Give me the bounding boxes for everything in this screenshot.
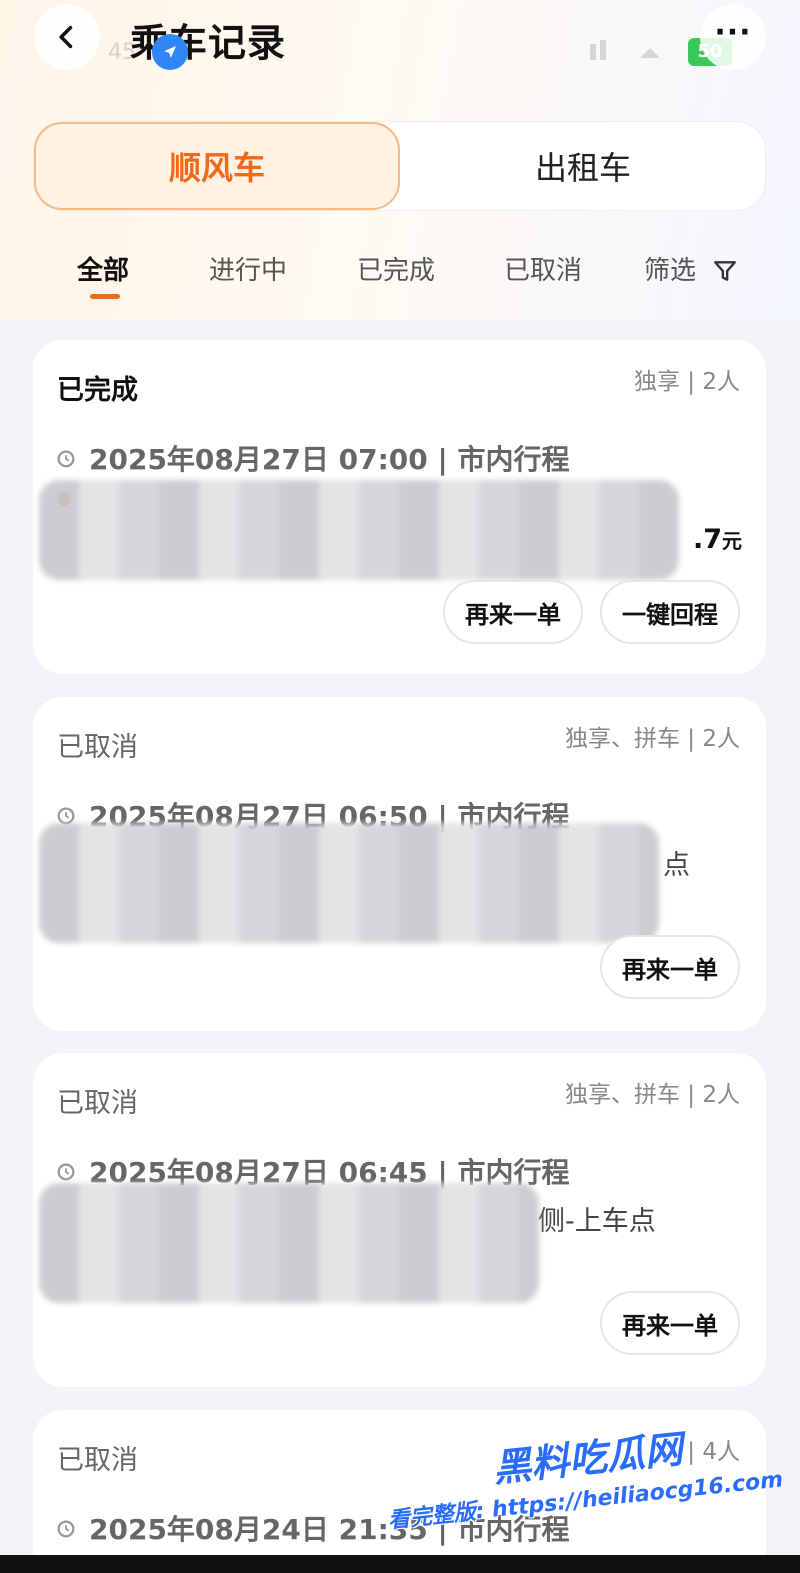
service-type-switch: 顺风车 出租车 <box>33 121 766 211</box>
order-status: 已取消 <box>57 1088 138 1119</box>
navigation-arrow-icon <box>152 34 188 70</box>
tab-hitch-ride[interactable]: 顺风车 <box>34 122 400 210</box>
signal-wifi-icon <box>590 40 660 60</box>
order-seat-info: 独享、拼车 | 2人 <box>564 1082 740 1108</box>
tab-taxi[interactable]: 出租车 <box>400 122 766 210</box>
more-button[interactable]: ··· <box>700 4 766 70</box>
tab-completed[interactable]: 已完成 <box>357 250 435 287</box>
return-trip-button[interactable]: 一键回程 <box>600 580 740 644</box>
tab-in-progress[interactable]: 进行中 <box>209 250 287 287</box>
alarm-clock-icon <box>57 450 75 468</box>
order-time: 2025年08月27日 07:00 | 市内行程 <box>89 443 570 476</box>
tab-cancelled[interactable]: 已取消 <box>504 250 582 287</box>
app-header: 45 乘车记录 50 ··· <box>0 0 800 100</box>
more-icon: ··· <box>714 14 752 50</box>
reorder-button[interactable]: 再来一单 <box>600 1291 740 1355</box>
filter-icon[interactable] <box>712 258 738 284</box>
chevron-left-icon <box>59 25 73 49</box>
reorder-button[interactable]: 再来一单 <box>600 935 740 999</box>
order-status: 已取消 <box>57 732 138 763</box>
order-seat-info: 独享 | 2人 <box>633 369 740 395</box>
redacted-route <box>39 480 679 580</box>
tab-filter[interactable]: 筛选 <box>644 250 696 287</box>
order-seat-info: 独享、拼车 | 2人 <box>564 726 740 752</box>
status-filter-tabs: 全部 进行中 已完成 已取消 筛选 <box>0 250 800 310</box>
redacted-route <box>39 1183 539 1303</box>
bottom-edge <box>0 1555 800 1573</box>
alarm-clock-icon <box>57 1520 75 1538</box>
reorder-button[interactable]: 再来一单 <box>443 580 583 644</box>
alarm-clock-icon <box>57 1163 75 1181</box>
order-price: .7元 <box>692 524 742 555</box>
order-card[interactable]: 已取消 独享、拼车 | 2人 2025年08月27日 06:50 | 市内行程 … <box>33 697 766 1031</box>
order-card[interactable]: 已完成 独享 | 2人 2025年08月27日 07:00 | 市内行程 .7元… <box>33 340 766 674</box>
route-text: 点 <box>663 850 690 881</box>
order-status: 已完成 <box>57 375 138 406</box>
order-time-row: 2025年08月27日 07:00 | 市内行程 <box>55 438 569 478</box>
back-button[interactable] <box>34 4 100 70</box>
redacted-route <box>39 823 659 943</box>
tab-all[interactable]: 全部 <box>77 250 129 287</box>
order-status: 已取消 <box>57 1445 138 1476</box>
active-tab-indicator <box>90 294 120 299</box>
order-card[interactable]: 已取消 独享、拼车 | 2人 2025年08月27日 06:45 | 市内行程 … <box>33 1053 766 1387</box>
route-text: 侧-上车点 <box>538 1206 656 1237</box>
